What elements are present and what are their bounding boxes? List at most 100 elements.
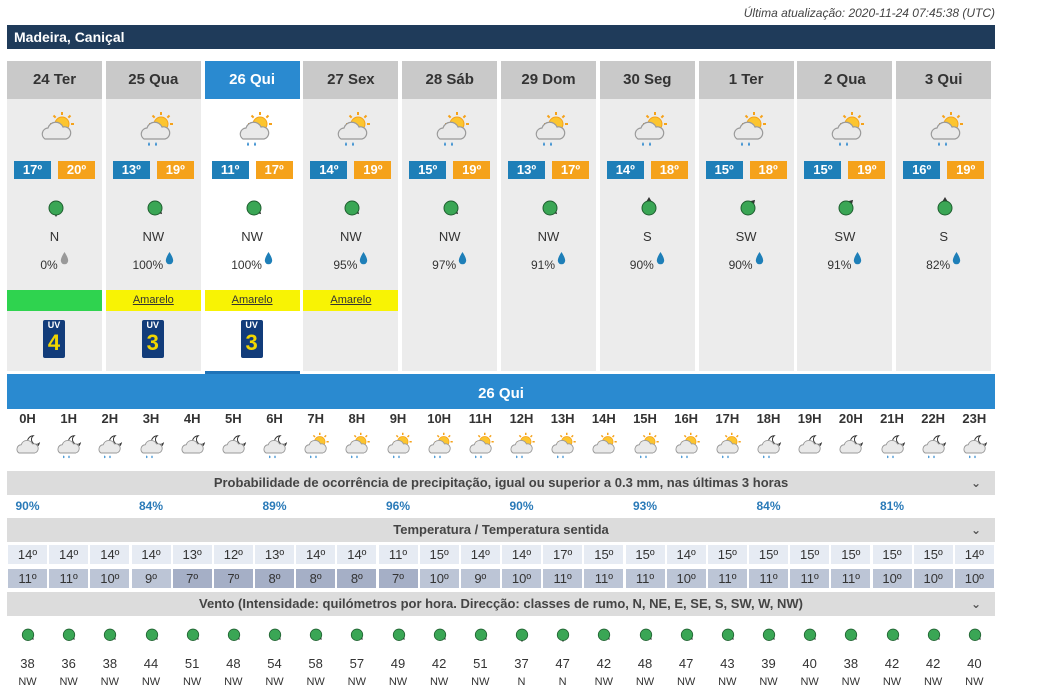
wind-direction-value: NW: [388, 676, 408, 688]
day-column[interactable]: 30 Seg 14º 18º S 90%: [599, 61, 695, 371]
wind-speed-value: 48: [226, 656, 241, 671]
sun-cloud-rain-icon: [345, 432, 371, 459]
day-label: 28 Sáb: [402, 61, 498, 99]
wind-speed-value: 40: [967, 656, 982, 671]
chevron-down-icon[interactable]: ⌄: [971, 518, 981, 542]
wind-arrow-icon: [45, 196, 67, 218]
wind-direction-value: NW: [18, 676, 37, 688]
chevron-down-icon[interactable]: ⌄: [971, 592, 981, 616]
wind-arrow-icon: [598, 628, 611, 641]
wind-arrow-icon: [310, 628, 323, 641]
day-column[interactable]: 2 Qua 15º 19º SW 91%: [797, 61, 893, 371]
day-label: 27 Sex: [303, 61, 399, 99]
wind-direction-value: N: [558, 676, 567, 688]
raindrop-icon: [853, 252, 862, 268]
day-column[interactable]: 28 Sáb 15º 19º NW 97%: [402, 61, 498, 371]
hour-icons: [7, 432, 995, 468]
chevron-down-icon[interactable]: ⌄: [971, 471, 981, 495]
wind-direction-value: NW: [759, 676, 778, 688]
raindrop-icon: [458, 252, 467, 268]
raindrop-icon: [359, 252, 368, 268]
wind-arrow-icon: [433, 628, 446, 641]
wind-arrow-icon: [186, 628, 199, 641]
wind-speed-value: 36: [61, 656, 76, 671]
warning-level[interactable]: Amarelo: [204, 290, 300, 311]
temp-max: 19º: [453, 161, 491, 179]
moon-cloud-rain-icon: [263, 435, 288, 459]
temperature-value: 14º: [337, 545, 377, 564]
day-label: 26 Qui: [204, 61, 300, 99]
wind-speed-value: 49: [390, 656, 406, 671]
temp-min: 13º: [508, 161, 545, 179]
wind-speed-value: 42: [884, 656, 900, 671]
day-column[interactable]: 24 Ter 17º 20º N 0% UV 4: [7, 61, 102, 371]
feels-like-value: 8º: [255, 569, 294, 588]
wind-speed-value: 48: [637, 656, 653, 671]
temp-section-toggle[interactable]: Temperatura / Temperatura sentida ⌄: [7, 518, 995, 542]
precip-value: 96%: [385, 499, 411, 513]
wind-arrow-icon: [845, 628, 858, 641]
precip-section-toggle[interactable]: Probabilidade de ocorrência de precipita…: [7, 471, 995, 495]
precip-value: 84%: [138, 499, 164, 513]
temp-max: 17º: [255, 161, 293, 179]
wind-direction: NW: [340, 229, 362, 244]
temperature-value: 15º: [913, 545, 953, 564]
warning-level[interactable]: Amarelo: [303, 290, 399, 311]
uv-index-icon: UV 3: [141, 320, 164, 358]
temp-max: 20º: [58, 161, 95, 179]
wind-direction: SW: [834, 229, 856, 244]
feels-like-value: 11º: [707, 569, 747, 588]
temperature-value: 14º: [666, 545, 706, 564]
wind-direction-value: NW: [59, 676, 78, 688]
wind-section-toggle[interactable]: Vento (Intensidade: quilómetros por hora…: [7, 592, 995, 616]
wind-speed-value: 38: [102, 656, 118, 671]
temperature-value: 15º: [707, 545, 747, 564]
wind-arrow-icon: [474, 628, 487, 641]
wind-speed-value: 51: [473, 656, 488, 671]
temp-min: 16º: [903, 161, 941, 179]
feels-like-value: 11º: [749, 569, 788, 588]
temp-min: 17º: [14, 161, 51, 179]
hour-label: 23H: [962, 411, 987, 426]
wind-arrow-icon: [835, 196, 857, 218]
wind-speed-value: 44: [143, 656, 159, 671]
day-column[interactable]: 29 Dom 13º 17º NW 91%: [501, 61, 596, 371]
day-column[interactable]: 25 Qua 13º 19º NW 100% Amarelo UV 3: [105, 61, 201, 371]
precip-row: 90% 84% 89% 96% 90% 93% 84% 81%: [7, 497, 995, 515]
day-column[interactable]: 3 Qui 16º 19º S 82%: [896, 61, 992, 371]
hour-label: 17H: [715, 411, 740, 426]
uv-index-icon: UV 4: [43, 320, 65, 358]
day-column[interactable]: 1 Ter 15º 18º SW 90%: [698, 61, 794, 371]
wind-arrow-icon: [515, 628, 529, 643]
wind-speed-value: 42: [596, 656, 612, 671]
sun-cloud-rain-icon: [551, 432, 576, 459]
temp-max: 19º: [156, 161, 194, 179]
wind-arrow-icon: [104, 628, 117, 641]
wind-arrow-icon: [762, 628, 776, 641]
sun-cloud-rain-icon: [387, 432, 412, 459]
last-update: Última atualização: 2020-11-24 07:45:38 …: [743, 6, 995, 20]
wind-direction: NW: [438, 229, 461, 244]
wind-direction-value: NW: [224, 676, 243, 688]
wind-speed-value: 40: [802, 656, 817, 671]
temp-max: 18º: [749, 161, 787, 179]
day-column[interactable]: 26 Qui 11º 17º NW 100% Amarelo UV 3: [204, 61, 300, 374]
temp-max: 19º: [848, 161, 886, 179]
wind-direction-value: NW: [471, 676, 490, 688]
feels-like-value: 8º: [337, 569, 377, 588]
wind-direction-value: NW: [841, 676, 860, 688]
temperature-value: 14º: [49, 545, 89, 564]
precip-probability: 91%: [501, 252, 596, 272]
moon-cloud-rain-icon: [881, 435, 905, 459]
wind-speed-value: 43: [720, 656, 735, 671]
hour-label: 0H: [19, 411, 36, 426]
hour-label: 2H: [101, 411, 119, 426]
hour-labels: 0H 1H 2H 3H 4H 5H 6H 7H 8H 9H 10H 11H 12H 13H 14H 15H 16…: [7, 409, 995, 429]
precip-probability: 90%: [600, 252, 695, 272]
wind-arrow-icon: [268, 628, 282, 641]
wind-arrow-icon: [680, 628, 693, 641]
day-label: 30 Seg: [599, 61, 695, 99]
temperature-value: 15º: [749, 545, 788, 564]
warning-level[interactable]: Amarelo: [105, 290, 201, 311]
day-column[interactable]: 27 Sex 14º 19º NW 95% Amarelo: [303, 61, 399, 371]
